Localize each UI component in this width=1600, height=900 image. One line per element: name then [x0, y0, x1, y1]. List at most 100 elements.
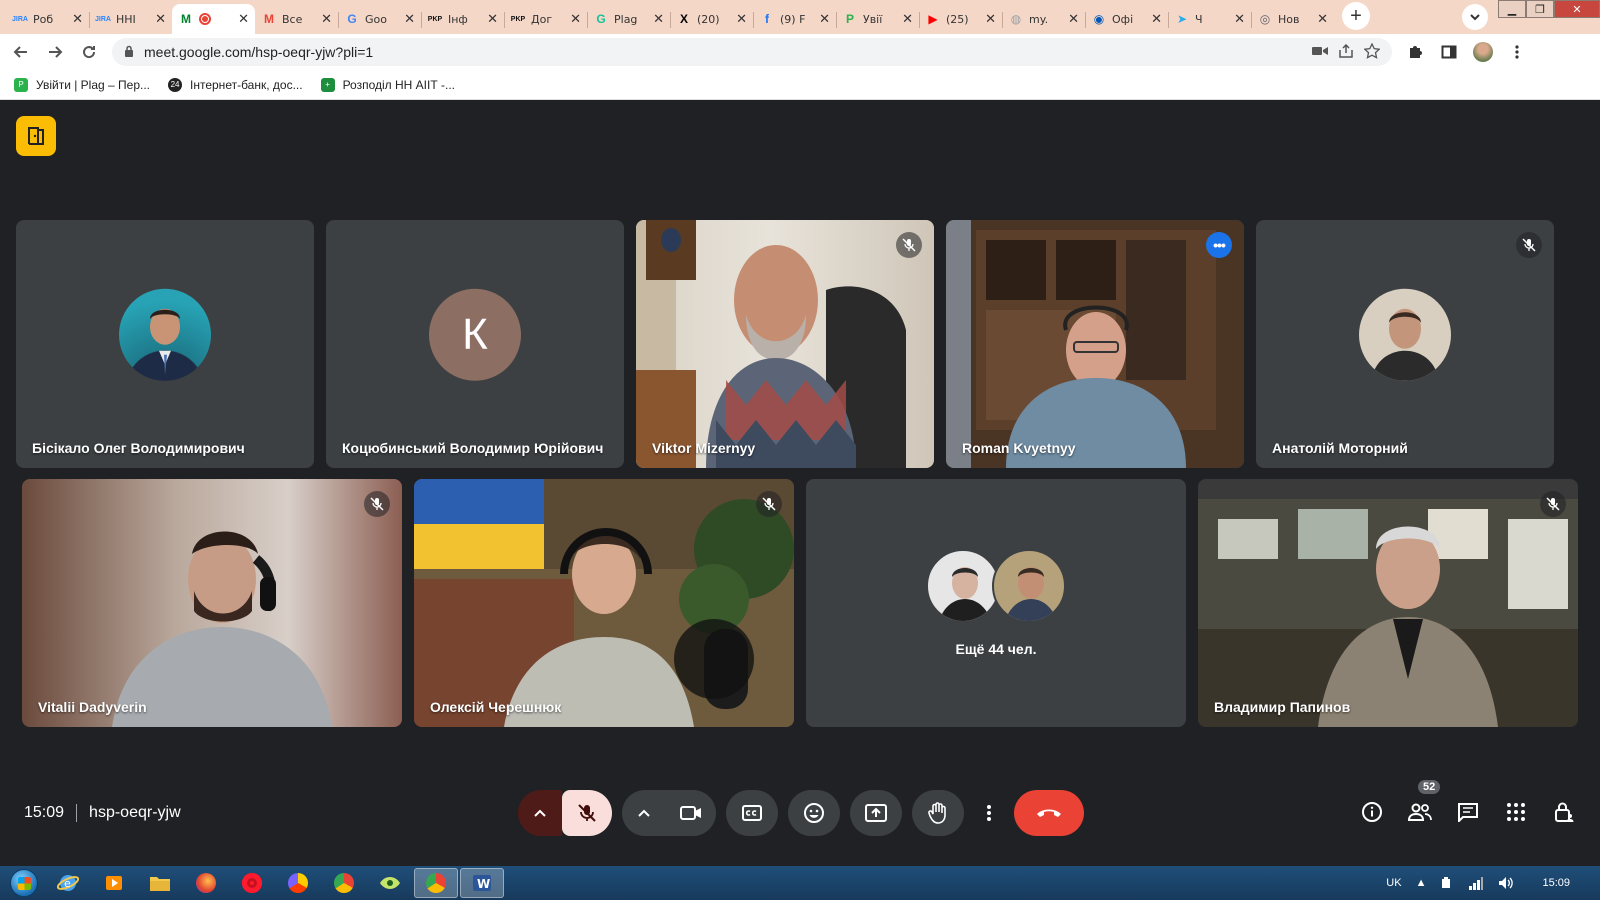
- taskbar-chrome[interactable]: [322, 868, 366, 898]
- reactions-button[interactable]: [788, 790, 840, 836]
- camera-toggle-button[interactable]: [666, 790, 716, 836]
- close-tab-icon[interactable]: ✕: [653, 11, 664, 27]
- close-tab-icon[interactable]: ✕: [1234, 11, 1245, 27]
- host-controls-button[interactable]: [1550, 798, 1578, 826]
- participant-tile-mizernyy[interactable]: Viktor Mizernyy: [636, 220, 934, 468]
- activities-grid-button[interactable]: [1502, 798, 1530, 826]
- raise-hand-button[interactable]: [912, 790, 964, 836]
- reload-button[interactable]: [78, 41, 100, 63]
- people-button[interactable]: 52: [1406, 780, 1441, 826]
- participant-tile-chereshniuk[interactable]: Олексій Черешнюк: [414, 479, 794, 727]
- close-tab-icon[interactable]: ✕: [1068, 11, 1079, 27]
- browser-tab[interactable]: ◉ Офі ✕: [1085, 4, 1168, 34]
- leave-call-button[interactable]: [1014, 790, 1084, 836]
- activities-button[interactable]: [16, 116, 56, 156]
- forward-button[interactable]: [44, 41, 66, 63]
- meeting-details-button[interactable]: [1358, 798, 1386, 826]
- participant-tile-dadyverin[interactable]: Vitalii Dadyverin: [22, 479, 402, 727]
- chrome-menu-icon[interactable]: [1506, 41, 1528, 63]
- bookmark-star-icon[interactable]: [1363, 41, 1381, 62]
- close-tab-icon[interactable]: ✕: [570, 11, 581, 27]
- tab-search-button[interactable]: [1462, 4, 1488, 30]
- language-indicator[interactable]: UK: [1386, 877, 1401, 889]
- chat-button[interactable]: [1454, 798, 1482, 826]
- browser-tab[interactable]: PKP Дог ✕: [504, 4, 587, 34]
- camera-in-use-icon[interactable]: [1312, 44, 1328, 60]
- bookmark-internet-bank[interactable]: 24 Інтернет-банк, дос...: [168, 77, 303, 92]
- participant-tile-papinov[interactable]: Владимир Папинов: [1198, 479, 1578, 727]
- profile-avatar[interactable]: [1472, 41, 1494, 63]
- close-tab-icon[interactable]: ✕: [985, 11, 996, 27]
- address-bar[interactable]: meet.google.com/hsp-oeqr-yjw?pli=1: [112, 38, 1392, 66]
- taskbar-eye-app[interactable]: [368, 868, 412, 898]
- lock-icon[interactable]: [124, 45, 134, 60]
- close-tab-icon[interactable]: ✕: [819, 11, 830, 27]
- taskbar-firefox[interactable]: [184, 868, 228, 898]
- taskbar-opera[interactable]: [230, 868, 274, 898]
- participant-tile-motornyi[interactable]: Анатолій Моторний: [1256, 220, 1554, 468]
- others-tile[interactable]: Ещё 44 чел.: [806, 479, 1186, 727]
- taskbar-internet-explorer[interactable]: e: [46, 868, 90, 898]
- close-window-button[interactable]: ✕: [1554, 0, 1600, 18]
- taskbar-yandex-browser[interactable]: [276, 868, 320, 898]
- browser-tab[interactable]: ▶ (25) ✕: [919, 4, 1002, 34]
- google-sheets-icon: +: [320, 77, 335, 92]
- back-button[interactable]: [10, 41, 32, 63]
- close-tab-icon[interactable]: ✕: [736, 11, 747, 27]
- participant-name: Roman Kvyetnyy: [962, 440, 1076, 456]
- taskbar-word[interactable]: W: [460, 868, 504, 898]
- present-screen-button[interactable]: [850, 790, 902, 836]
- audio-options-button[interactable]: [518, 790, 562, 836]
- close-tab-icon[interactable]: ✕: [155, 11, 166, 27]
- close-tab-icon[interactable]: ✕: [902, 11, 913, 27]
- taskbar-chrome-active[interactable]: [414, 868, 458, 898]
- new-tab-button[interactable]: +: [1342, 2, 1370, 30]
- participant-tile-kvyetnyy[interactable]: ••• Roman Kvyetnyy: [946, 220, 1244, 468]
- start-button[interactable]: [4, 866, 44, 900]
- url-text[interactable]: meet.google.com/hsp-oeqr-yjw?pli=1: [144, 44, 1302, 60]
- browser-tab[interactable]: M Все ✕: [255, 4, 338, 34]
- close-tab-icon[interactable]: ✕: [321, 11, 332, 27]
- browser-tab[interactable]: P Увії ✕: [836, 4, 919, 34]
- browser-tab[interactable]: X (20) ✕: [670, 4, 753, 34]
- browser-tab[interactable]: PKP Інф ✕: [421, 4, 504, 34]
- close-tab-icon[interactable]: ✕: [487, 11, 498, 27]
- close-tab-icon[interactable]: ✕: [72, 11, 83, 27]
- telegram-icon: ➤: [1176, 12, 1188, 26]
- bookmark-plag[interactable]: P Увійти | Plag – Пер...: [14, 77, 150, 92]
- network-signal-icon[interactable]: [1468, 876, 1484, 890]
- browser-tab[interactable]: JIRA Роб ✕: [6, 4, 89, 34]
- taskbar-media-player[interactable]: [92, 868, 136, 898]
- browser-tab[interactable]: ◎ Нов ✕: [1251, 4, 1334, 34]
- browser-tab[interactable]: f (9) F ✕: [753, 4, 836, 34]
- participant-tile-kotsiubynskyi[interactable]: К Коцюбинський Володимир Юрійович: [326, 220, 624, 468]
- browser-tab[interactable]: JIRA ННІ ✕: [89, 4, 172, 34]
- close-tab-icon[interactable]: ✕: [238, 11, 249, 27]
- bookmark-rozpodil[interactable]: + Розподіл НН АІІТ -...: [320, 77, 455, 92]
- minimize-window-button[interactable]: ▁: [1498, 0, 1526, 18]
- battery-power-icon[interactable]: [1440, 876, 1454, 890]
- video-options-button[interactable]: [622, 790, 666, 836]
- close-tab-icon[interactable]: ✕: [404, 11, 415, 27]
- participant-tile-bisikalo[interactable]: Бісікало Олег Володимирович: [16, 220, 314, 468]
- side-panel-icon[interactable]: [1438, 41, 1460, 63]
- video-feed: [1198, 479, 1578, 727]
- taskbar-file-explorer[interactable]: [138, 868, 182, 898]
- browser-tab[interactable]: ➤ Ч ✕: [1168, 4, 1251, 34]
- close-tab-icon[interactable]: ✕: [1151, 11, 1162, 27]
- volume-icon[interactable]: [1498, 876, 1514, 890]
- browser-tab[interactable]: G Goo ✕: [338, 4, 421, 34]
- restore-window-button[interactable]: ❐: [1526, 0, 1554, 18]
- browser-tab[interactable]: M ✕: [172, 4, 255, 34]
- tray-overflow-icon[interactable]: ▲: [1416, 877, 1427, 889]
- browser-tab[interactable]: G Plag ✕: [587, 4, 670, 34]
- extensions-puzzle-icon[interactable]: [1404, 41, 1426, 63]
- browser-tab[interactable]: ◍ my. ✕: [1002, 4, 1085, 34]
- share-icon[interactable]: [1338, 43, 1354, 61]
- more-options-icon[interactable]: •••: [1206, 232, 1232, 258]
- mic-toggle-button[interactable]: [562, 790, 612, 836]
- captions-button[interactable]: [726, 790, 778, 836]
- more-options-button[interactable]: [974, 790, 1004, 836]
- close-tab-icon[interactable]: ✕: [1317, 11, 1328, 27]
- taskbar-clock[interactable]: 15:09: [1542, 877, 1570, 889]
